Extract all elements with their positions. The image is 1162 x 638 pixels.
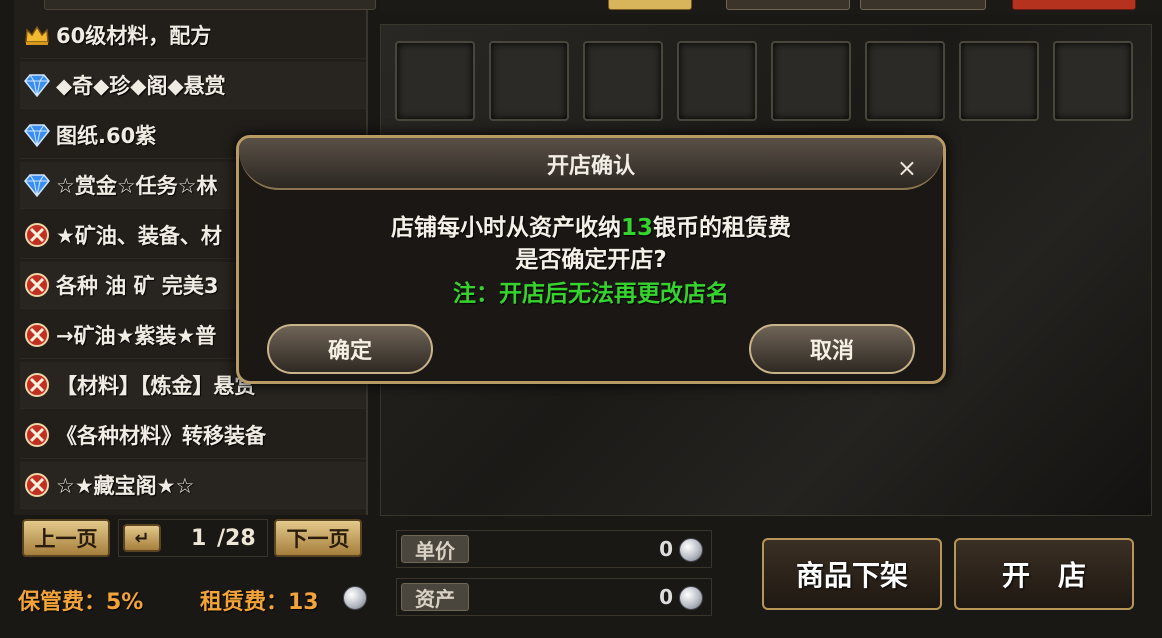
open-shop-button[interactable]: 开 店 <box>954 538 1134 610</box>
unit-price-value: 0 <box>659 537 673 561</box>
item-slot[interactable] <box>489 41 569 121</box>
silver-coin-icon <box>343 586 367 610</box>
item-slot[interactable] <box>583 41 663 121</box>
page-indicator: ↵ 1 /28 <box>118 519 268 557</box>
enter-icon: ↵ <box>134 527 150 549</box>
dialog-message-line1: 店铺每小时从资产收纳13银币的租赁费 <box>239 208 943 242</box>
item-slot[interactable] <box>395 41 475 121</box>
shop-name: ☆★藏宝阁★☆ <box>56 474 195 498</box>
toolbar-button[interactable] <box>1012 0 1136 10</box>
shop-name: 各种 油 矿 完美3 <box>56 274 219 298</box>
shop-name: 【材料】【炼金】悬赏 <box>56 374 256 398</box>
storage-fee-text: 保管费：5% <box>18 590 144 615</box>
emblem-icon <box>24 372 50 398</box>
list-header-tab <box>44 0 376 10</box>
diamond-icon <box>24 72 50 98</box>
item-slot[interactable] <box>865 41 945 121</box>
emblem-icon <box>24 472 50 498</box>
message-suffix: 银币的租赁费 <box>653 215 791 241</box>
silver-coin-icon <box>679 538 703 562</box>
shop-list-item[interactable]: ☆★藏宝阁★☆ <box>20 462 366 509</box>
go-to-page-button[interactable]: ↵ <box>123 524 161 552</box>
unit-price-label: 单价 <box>401 535 469 563</box>
toolbar-button[interactable] <box>860 0 986 10</box>
emblem-icon <box>24 272 50 298</box>
delist-items-button[interactable]: 商品下架 <box>762 538 942 610</box>
item-slot[interactable] <box>677 41 757 121</box>
unit-price-field: 单价 0 <box>396 530 712 568</box>
emblem-icon <box>24 322 50 348</box>
toolbar-button[interactable] <box>726 0 850 10</box>
close-icon[interactable]: × <box>897 156 917 180</box>
shop-name: 《各种材料》转移装备 <box>56 424 266 448</box>
crown-icon <box>24 22 50 48</box>
shop-name: ◆奇◆珍◆阁◆悬赏 <box>56 74 226 98</box>
item-slot[interactable] <box>771 41 851 121</box>
next-page-button[interactable]: 下一页 <box>274 519 362 557</box>
shop-name: 60级材料，配方 <box>56 24 212 48</box>
top-toolbar <box>380 0 1162 14</box>
shop-name: ☆赏金☆任务☆林 <box>56 174 218 198</box>
open-shop-confirm-dialog: 开店确认 × 店铺每小时从资产收纳13银币的租赁费 是否确定开店? 注：开店后无… <box>236 135 946 384</box>
shop-list-item[interactable]: 《各种材料》转移装备 <box>20 412 366 459</box>
assets-label: 资产 <box>401 583 469 611</box>
item-slot[interactable] <box>1053 41 1133 121</box>
rent-fee-text: 租赁费：13 <box>200 590 319 615</box>
assets-value: 0 <box>659 585 673 609</box>
dialog-title: 开店确认 <box>546 154 635 179</box>
dialog-note: 注：开店后无法再更改店名 <box>453 281 729 307</box>
shop-list-item[interactable]: 60级材料，配方 <box>20 12 366 59</box>
prev-page-button[interactable]: 上一页 <box>22 519 110 557</box>
shop-name: →矿油★紫装★普 <box>56 324 217 348</box>
diamond-icon <box>24 122 50 148</box>
total-pages: /28 <box>217 526 256 551</box>
silver-coin-icon <box>679 586 703 610</box>
diamond-icon <box>24 172 50 198</box>
cancel-button[interactable]: 取消 <box>749 324 915 374</box>
emblem-icon <box>24 222 50 248</box>
message-prefix: 店铺每小时从资产收纳 <box>390 215 621 241</box>
shop-list-item[interactable]: ◆奇◆珍◆阁◆悬赏 <box>20 62 366 109</box>
shop-name: 图纸.60紫 <box>56 124 157 148</box>
item-slot[interactable] <box>959 41 1039 121</box>
current-page-input[interactable]: 1 <box>191 526 206 551</box>
assets-field: 资产 0 <box>396 578 712 616</box>
rent-amount: 13 <box>620 215 653 241</box>
emblem-icon <box>24 422 50 448</box>
dialog-message-line2: 是否确定开店? <box>515 247 667 273</box>
confirm-button[interactable]: 确定 <box>267 324 433 374</box>
toolbar-button[interactable] <box>608 0 692 10</box>
dialog-header: 开店确认 × <box>239 138 943 190</box>
shop-name: ★矿油、装备、材 <box>56 224 222 248</box>
